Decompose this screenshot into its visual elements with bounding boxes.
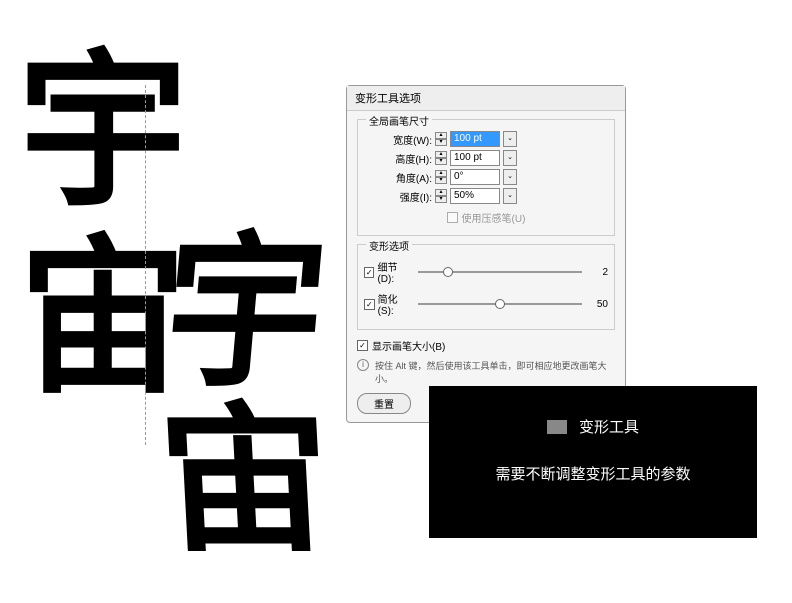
angle-dropdown[interactable]: ⌄: [503, 169, 517, 185]
angle-spinner[interactable]: ▴▾: [435, 170, 447, 184]
angle-label: 角度(A):: [364, 170, 432, 185]
pressure-label: 使用压感笔(U): [462, 210, 526, 225]
warp-options-group: 变形选项 ✓ 细节(D): 2 ✓ 简化(S): 50: [357, 244, 615, 330]
height-spinner[interactable]: ▴▾: [435, 151, 447, 165]
simplify-label: 简化(S):: [378, 291, 412, 317]
intensity-spinner[interactable]: ▴▾: [435, 189, 447, 203]
caption-box: 变形工具 需要不断调整变形工具的参数: [429, 386, 757, 538]
brush-group-label: 全局画笔尺寸: [366, 113, 432, 128]
height-label: 高度(H):: [364, 151, 432, 166]
pressure-checkbox[interactable]: [447, 212, 458, 223]
intensity-label: 强度(I):: [364, 189, 432, 204]
simplify-value: 50: [588, 299, 608, 310]
tool-icon: [547, 420, 567, 434]
caption-title: 变形工具: [579, 416, 639, 437]
caption-text: 需要不断调整变形工具的参数: [449, 463, 737, 484]
detail-label: 细节(D):: [377, 259, 412, 285]
width-label: 宽度(W):: [364, 132, 432, 147]
width-input[interactable]: 100 pt: [450, 131, 500, 147]
char-yu-2: 宇: [157, 226, 332, 402]
detail-checkbox[interactable]: ✓: [364, 267, 374, 278]
simplify-slider[interactable]: [418, 303, 582, 305]
show-brush-checkbox[interactable]: ✓: [357, 340, 368, 351]
angle-input[interactable]: 0°: [450, 169, 500, 185]
simplify-checkbox[interactable]: ✓: [364, 299, 375, 310]
intensity-input[interactable]: 50%: [450, 188, 500, 204]
dialog-title: 变形工具选项: [347, 86, 625, 111]
width-dropdown[interactable]: ⌄: [503, 131, 517, 147]
show-brush-label: 显示画笔大小(B): [372, 338, 445, 353]
reset-button[interactable]: 重置: [357, 393, 411, 414]
width-spinner[interactable]: ▴▾: [435, 132, 447, 146]
warp-group-label: 变形选项: [366, 238, 412, 253]
brush-size-group: 全局画笔尺寸 宽度(W): ▴▾ 100 pt ⌄ 高度(H): ▴▾ 100 …: [357, 119, 615, 236]
detail-value: 2: [588, 267, 608, 278]
detail-slider[interactable]: [418, 271, 582, 273]
info-text: 按住 Alt 键，然后使用该工具单击，即可相应地更改画笔大小。: [375, 359, 615, 385]
calligraphy-warped: 宇 宙: [165, 230, 325, 566]
divider: [145, 85, 146, 445]
height-input[interactable]: 100 pt: [450, 150, 500, 166]
intensity-dropdown[interactable]: ⌄: [503, 188, 517, 204]
char-yu-1: 宇: [18, 40, 188, 227]
warp-options-dialog: 变形工具选项 全局画笔尺寸 宽度(W): ▴▾ 100 pt ⌄ 高度(H): …: [346, 85, 626, 423]
info-icon: i: [357, 359, 369, 371]
char-zhou-2: 宙: [154, 398, 336, 566]
height-dropdown[interactable]: ⌄: [503, 150, 517, 166]
